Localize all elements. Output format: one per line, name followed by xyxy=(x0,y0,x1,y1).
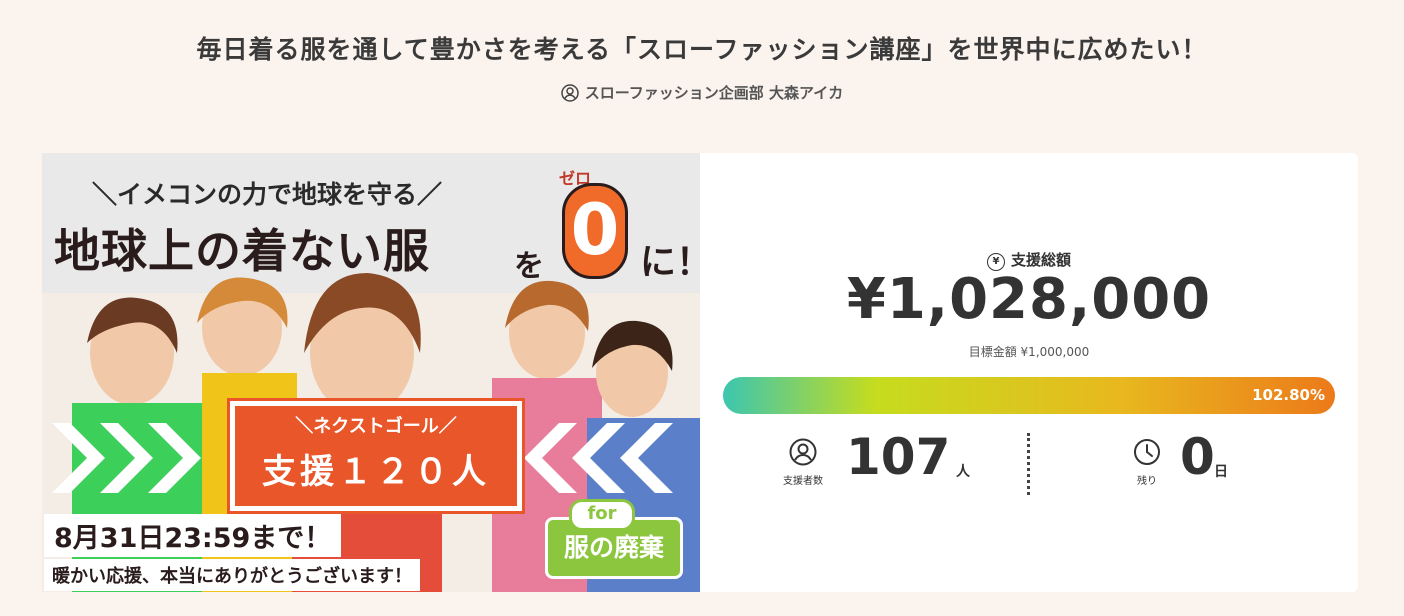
stats-divider xyxy=(1027,433,1030,495)
project-hero-image: ＼イメコンの力で地球を守る／ 地球上の着ない服 を ゼロ 0 に！ ＼ネクストゴ… xyxy=(42,153,700,592)
hero-tagline: ＼イメコンの力で地球を守る／ xyxy=(92,180,443,209)
thanks-text: 暖かい応援、本当にありがとうございます！ xyxy=(44,559,420,591)
remaining-count: 0 xyxy=(1180,428,1215,486)
remaining-icon-block: 残り xyxy=(1122,438,1172,487)
supporters-unit: 人 xyxy=(956,464,970,480)
funding-progress-text: 102.80% xyxy=(1252,386,1325,404)
supporters-count: 107 xyxy=(846,428,951,486)
remaining-stat: 残り 0 日 xyxy=(1122,428,1272,498)
remaining-caption: 残り xyxy=(1137,476,1157,487)
for-badge: for xyxy=(569,499,635,531)
supporters-icon-block: 支援者数 xyxy=(778,438,828,487)
next-goal-label: ＼ネクストゴール／ xyxy=(295,416,457,437)
supporters-caption: 支援者数 xyxy=(783,476,823,487)
project-owner[interactable]: スローファッション企画部 大森アイカ xyxy=(0,82,1404,106)
clock-icon xyxy=(1134,439,1160,465)
funding-progress-fill xyxy=(723,377,1335,414)
supporters-stat: 支援者数 107 人 xyxy=(778,428,998,498)
goal-amount: 目標金額 ¥1,000,000 xyxy=(968,345,1090,359)
hero-headline: 地球上の着ない服 xyxy=(54,224,430,278)
total-amount: ¥1,028,000 xyxy=(846,267,1212,332)
next-goal-value: 支援１２０人 xyxy=(262,452,490,492)
deadline-text: 8月31日23:59まで！ xyxy=(44,514,342,557)
hero-zero: 0 xyxy=(562,183,628,279)
hero-headline-particle: を xyxy=(514,249,544,284)
owner-name: スローファッション企画部 大森アイカ xyxy=(584,84,844,102)
funding-stats-panel: ¥ 支援総額 ¥1,028,000 目標金額 ¥1,000,000 102.80%… xyxy=(700,153,1358,592)
next-goal-box: ＼ネクストゴール／ 支援１２０人 xyxy=(230,401,522,511)
project-title: 毎日着る服を通して豊かさを考える「スローファッション講座」を世界中に広めたい！ xyxy=(196,35,1208,64)
user-circle-icon xyxy=(789,438,817,466)
funding-progress-bar: 102.80% xyxy=(723,377,1335,414)
hero-headline-end: に！ xyxy=(640,242,700,283)
remaining-unit: 日 xyxy=(1214,464,1228,480)
user-circle-icon xyxy=(560,84,579,106)
